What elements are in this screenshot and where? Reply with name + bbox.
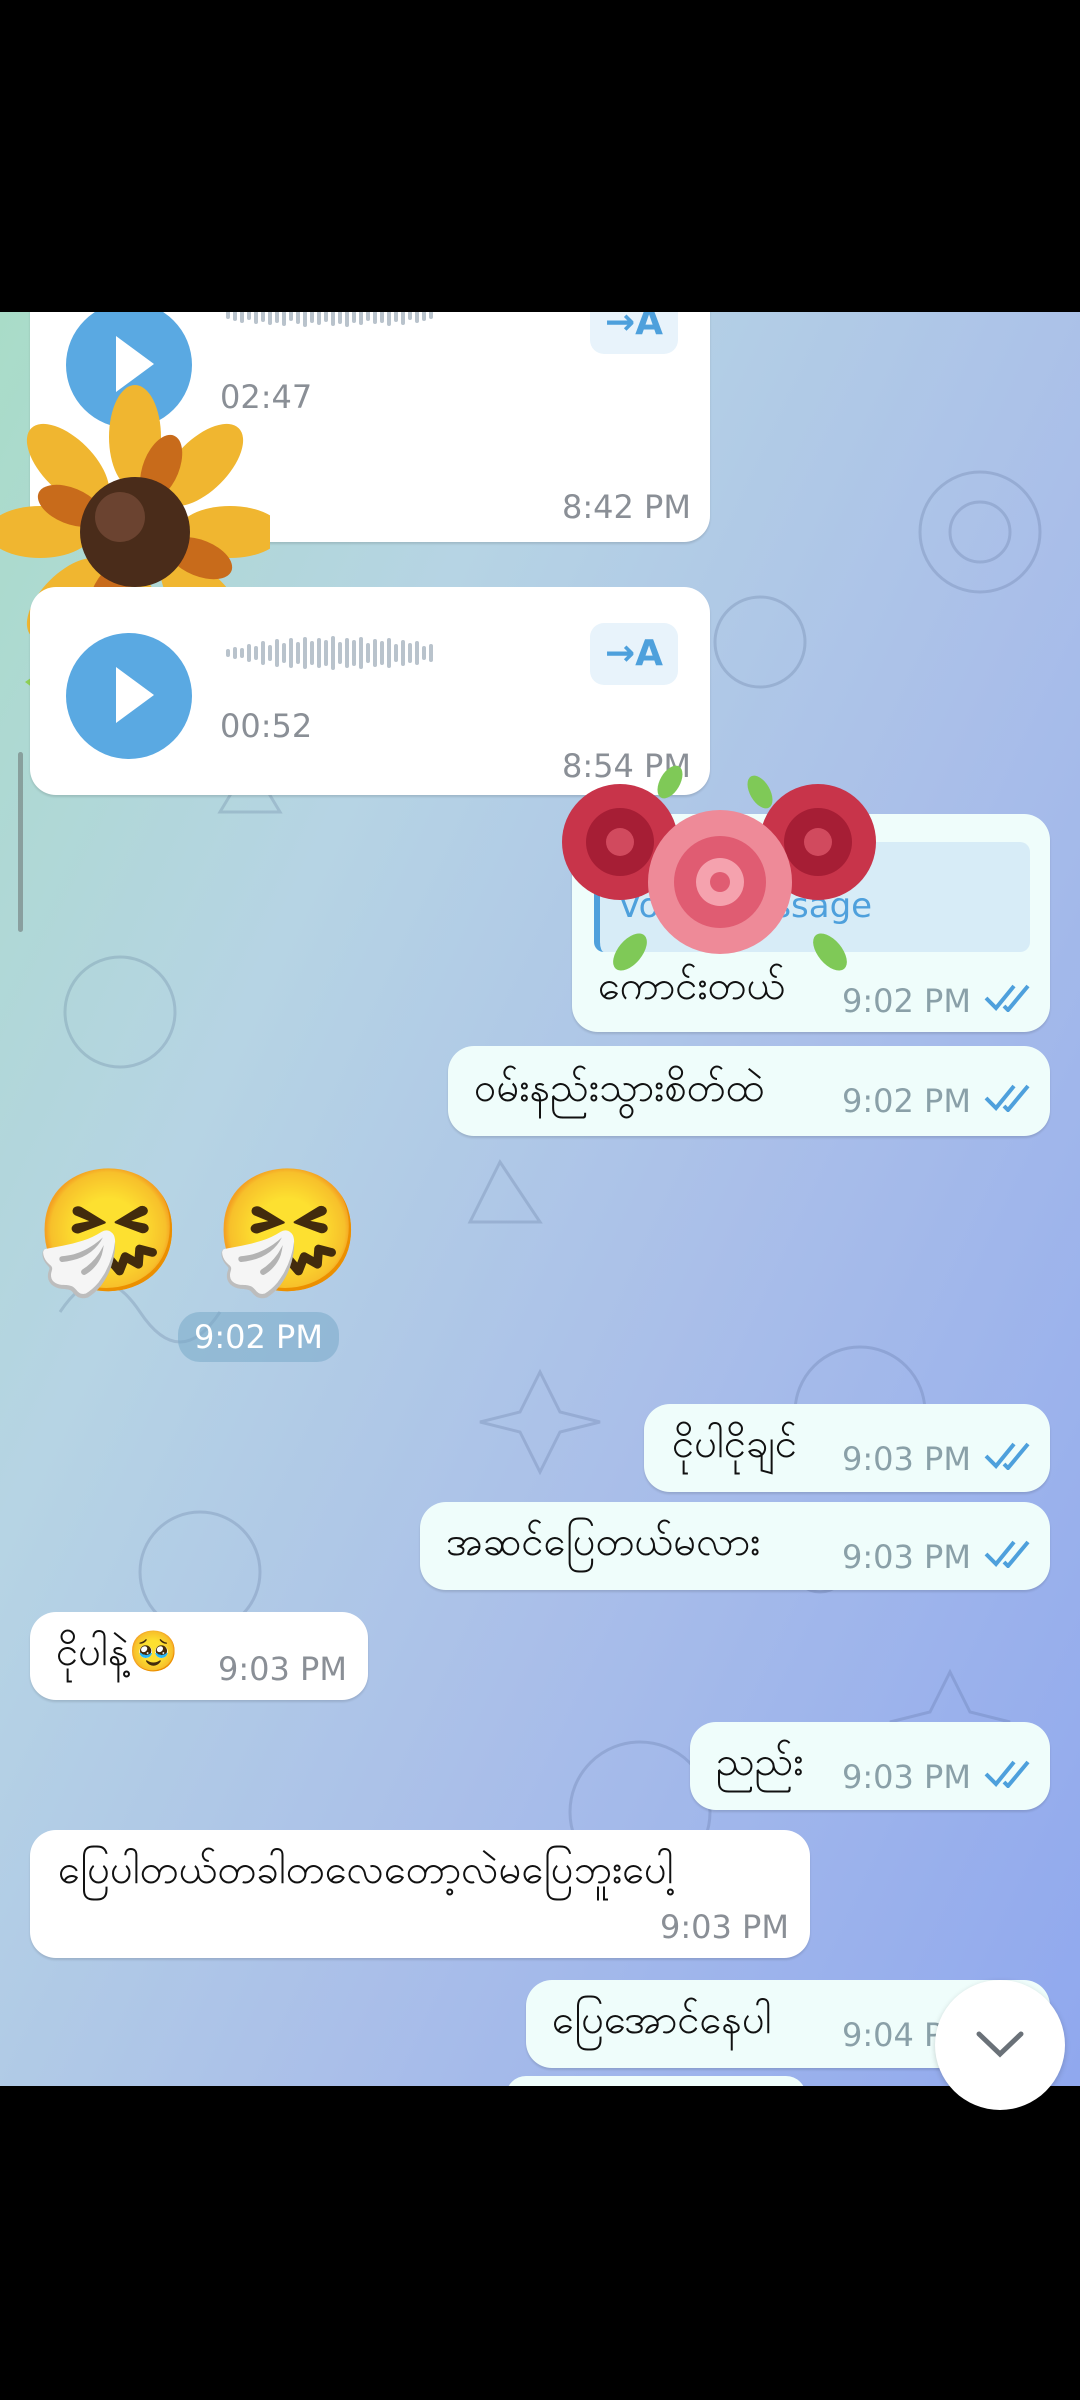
scroll-to-bottom-button[interactable] <box>935 1980 1065 2110</box>
message-time: 9:02 PM <box>842 982 971 1020</box>
outgoing-message-bubble[interactable]: ငိုပါငိုချင် 9:03 PM <box>644 1404 1050 1492</box>
message-time: 9:03 PM <box>218 1650 347 1688</box>
outgoing-message-bubble[interactable] <box>506 2076 806 2086</box>
double-check-icon <box>984 1760 1030 1788</box>
scroll-indicator[interactable] <box>18 752 23 932</box>
chat-background: →A 02:47 8:42 PM →A 00:52 8:54 PM messag… <box>0 312 1080 2086</box>
outgoing-message-bubble[interactable]: အဆင်ပြေတယ်မလား 9:03 PM <box>420 1502 1050 1590</box>
chevron-down-icon <box>976 2031 1024 2058</box>
message-time: 9:03 PM <box>842 1538 971 1576</box>
message-text: ငိုပါငိုချင် <box>672 1421 798 1467</box>
play-icon[interactable] <box>66 633 192 759</box>
emoji-message-time: 9:02 PM <box>178 1312 339 1362</box>
voice-duration: 00:52 <box>220 707 313 745</box>
message-time: 9:02 PM <box>842 1082 971 1120</box>
double-check-icon <box>984 1084 1030 1112</box>
message-text: ညည်း <box>716 1739 804 1785</box>
double-check-icon <box>984 1540 1030 1568</box>
message-text: ဝမ်းနည်းသွားစိတ်ထဲ <box>474 1065 765 1111</box>
incoming-message-bubble[interactable]: ငိုပါနဲ့🥹 9:03 PM <box>30 1612 368 1700</box>
roses-sticker <box>562 765 876 971</box>
message-text: ပြေပါတယ်တခါတလေတော့လဲမပြေဘူးပေါ့ <box>58 1847 674 1893</box>
outgoing-message-bubble[interactable]: ညည်း 9:03 PM <box>690 1722 1050 1810</box>
transcribe-button[interactable]: →A <box>590 623 678 685</box>
sneezing-face-emoji-2: 🤧 <box>213 1162 363 1301</box>
message-text: ပြေအောင်နေပါ <box>552 1997 772 2043</box>
message-time: 9:03 PM <box>842 1440 971 1478</box>
emoji-message[interactable]: 🤧 🤧 <box>34 1162 363 1302</box>
incoming-message-bubble[interactable]: ပြေပါတယ်တခါတလေတော့လဲမပြေဘူးပေါ့ 9:03 PM <box>30 1830 810 1958</box>
double-check-icon <box>984 984 1030 1012</box>
voice-waveform[interactable] <box>226 631 433 675</box>
message-time: 8:42 PM <box>562 488 691 526</box>
sneezing-face-emoji-1: 🤧 <box>34 1162 184 1301</box>
transcribe-button[interactable]: →A <box>590 312 678 354</box>
message-time: 9:03 PM <box>842 1758 971 1796</box>
outgoing-message-bubble[interactable]: ဝမ်းနည်းသွားစိတ်ထဲ 9:02 PM <box>448 1046 1050 1136</box>
message-time: 9:03 PM <box>660 1908 789 1946</box>
message-text: ငိုပါနဲ့🥹 <box>56 1629 179 1675</box>
message-text: အဆင်ပြေတယ်မလား <box>446 1519 761 1565</box>
double-check-icon <box>984 1442 1030 1470</box>
voice-waveform[interactable] <box>226 312 433 336</box>
